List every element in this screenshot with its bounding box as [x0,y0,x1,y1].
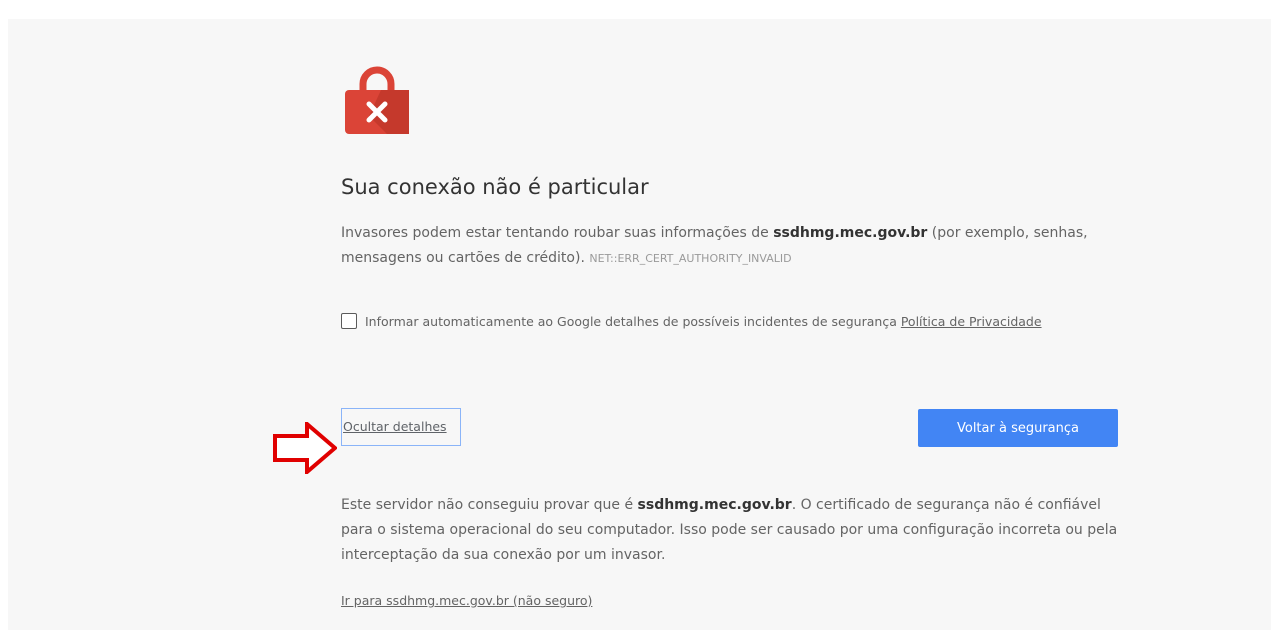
report-label: Informar automaticamente ao Google detal… [365,314,901,329]
details-text: Este servidor não conseguiu provar que é… [341,493,1121,568]
intro-part1: Invasores podem estar tentando roubar su… [341,225,774,241]
intro-text: Invasores podem estar tentando roubar su… [341,221,1101,271]
hide-details-button[interactable]: Ocultar detalhes [341,408,461,446]
report-checkbox[interactable] [341,313,357,329]
lock-error-icon [345,66,409,134]
proceed-unsafe-link[interactable]: Ir para ssdhmg.mec.gov.br (não seguro) [341,593,592,608]
page-title: Sua conexão não é particular [341,175,649,199]
intro-domain: ssdhmg.mec.gov.br [773,225,928,241]
back-to-safety-button[interactable]: Voltar à segurança [918,409,1118,447]
red-arrow-icon [273,422,337,474]
report-option: Informar automaticamente ao Google detal… [341,310,1101,333]
explain-domain: ssdhmg.mec.gov.br [637,497,792,513]
interstitial-page: Sua conexão não é particular Invasores p… [8,19,1271,630]
error-code: NET::ERR_CERT_AUTHORITY_INVALID [589,252,792,265]
privacy-policy-link[interactable]: Política de Privacidade [901,314,1042,329]
explain-part1: Este servidor não conseguiu provar que é [341,497,638,513]
